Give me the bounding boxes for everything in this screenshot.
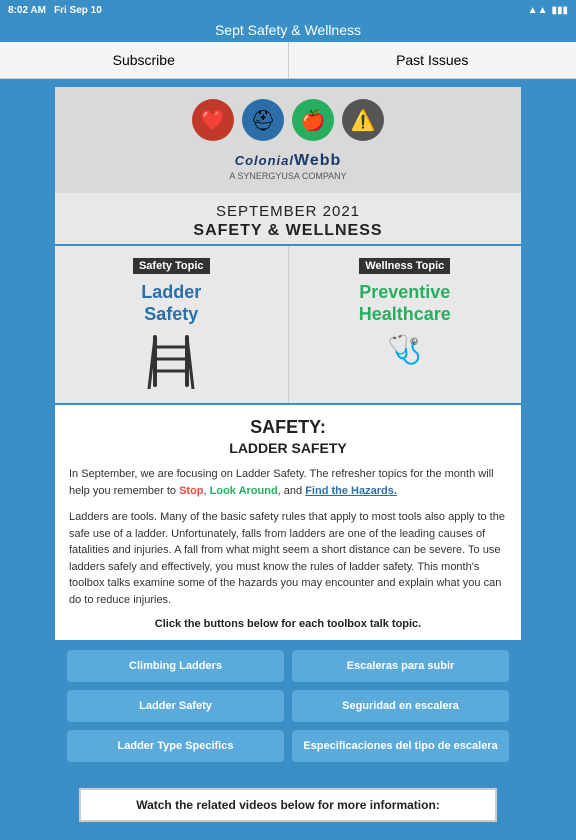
- watch-section: Watch the related videos below for more …: [79, 788, 497, 822]
- apple-icon: 🍎: [292, 99, 334, 141]
- company-subtitle: A SYNERGYUSA COMPANY: [65, 171, 511, 181]
- title-bar: Sept Safety & Wellness: [0, 20, 576, 42]
- ladder-safety-spanish-button[interactable]: Seguridad en escalera: [292, 690, 509, 722]
- wellness-topic-label: Wellness Topic: [359, 258, 450, 274]
- nav-bar: Subscribe Past Issues: [0, 42, 576, 79]
- status-time: 8:02 AM: [8, 5, 46, 16]
- climbing-ladders-spanish-button[interactable]: Escaleras para subir: [292, 650, 509, 682]
- status-icons: ▲▲ ▮▮▮: [528, 5, 568, 16]
- wellness-topic-box: Wellness Topic PreventiveHealthcare 🩺: [289, 246, 522, 403]
- header-section: ❤️ ⛑ 🍎 ⚠️ ColonialWebb A SYNERGYUSA COMP…: [55, 87, 521, 193]
- month-title-section: SEPTEMBER 2021 SAFETY & WELLNESS: [55, 193, 521, 246]
- month-title: SEPTEMBER 2021: [55, 203, 521, 220]
- section-heading: SAFETY:: [69, 417, 507, 438]
- main-body: SAFETY: LADDER SAFETY In September, we a…: [55, 405, 521, 630]
- safety-topic-label: Safety Topic: [133, 258, 210, 274]
- ladder-safety-english-button[interactable]: Ladder Safety: [67, 690, 284, 722]
- subscribe-nav[interactable]: Subscribe: [0, 42, 289, 78]
- past-issues-nav[interactable]: Past Issues: [289, 42, 576, 78]
- buttons-row-1: Climbing Ladders Escaleras para subir: [67, 650, 509, 682]
- watch-section-wrapper: Watch the related videos below for more …: [55, 780, 521, 832]
- wellness-topic-title: PreventiveHealthcare: [299, 282, 512, 325]
- climbing-ladders-english-button[interactable]: Climbing Ladders: [67, 650, 284, 682]
- battery-icon: ▮▮▮: [551, 5, 568, 16]
- status-day: Fri Sep 10: [54, 5, 102, 16]
- wifi-icon: ▲▲: [528, 5, 548, 16]
- email-container: ❤️ ⛑ 🍎 ⚠️ ColonialWebb A SYNERGYUSA COMP…: [55, 87, 521, 832]
- company-name: ColonialWebb: [65, 149, 511, 170]
- content-area: ❤️ ⛑ 🍎 ⚠️ ColonialWebb A SYNERGYUSA COMP…: [0, 79, 576, 840]
- safety-paragraph-2: Ladders are tools. Many of the basic saf…: [69, 509, 507, 608]
- helmet-icon: ⛑: [242, 99, 284, 141]
- safety-topic-box: Safety Topic LadderSafety: [55, 246, 289, 403]
- ladder-type-english-button[interactable]: Ladder Type Specifics: [67, 730, 284, 762]
- watch-text: Watch the related videos below for more …: [136, 798, 440, 812]
- icons-row: ❤️ ⛑ 🍎 ⚠️: [65, 99, 511, 141]
- click-instruction: Click the buttons below for each toolbox…: [69, 618, 507, 630]
- buttons-section: Climbing Ladders Escaleras para subir La…: [55, 640, 521, 780]
- safety-paragraph-1: In September, we are focusing on Ladder …: [69, 466, 507, 499]
- buttons-row-3: Ladder Type Specifics Especificaciones d…: [67, 730, 509, 762]
- topics-row: Safety Topic LadderSafety Wellness Topi: [55, 246, 521, 405]
- heart-icon: ❤️: [192, 99, 234, 141]
- stethoscope-icon: 🩺: [299, 333, 512, 366]
- buttons-row-2: Ladder Safety Seguridad en escalera: [67, 690, 509, 722]
- app-title: Sept Safety & Wellness: [215, 22, 361, 38]
- warning-icon: ⚠️: [342, 99, 384, 141]
- status-bar: 8:02 AM Fri Sep 10 ▲▲ ▮▮▮: [0, 0, 576, 20]
- ladder-icon: [65, 333, 278, 389]
- month-subtitle: SAFETY & WELLNESS: [55, 222, 521, 240]
- ladder-type-spanish-button[interactable]: Especificaciones del tipo de escalera: [292, 730, 509, 762]
- safety-topic-title: LadderSafety: [65, 282, 278, 325]
- section-subheading: LADDER SAFETY: [69, 440, 507, 456]
